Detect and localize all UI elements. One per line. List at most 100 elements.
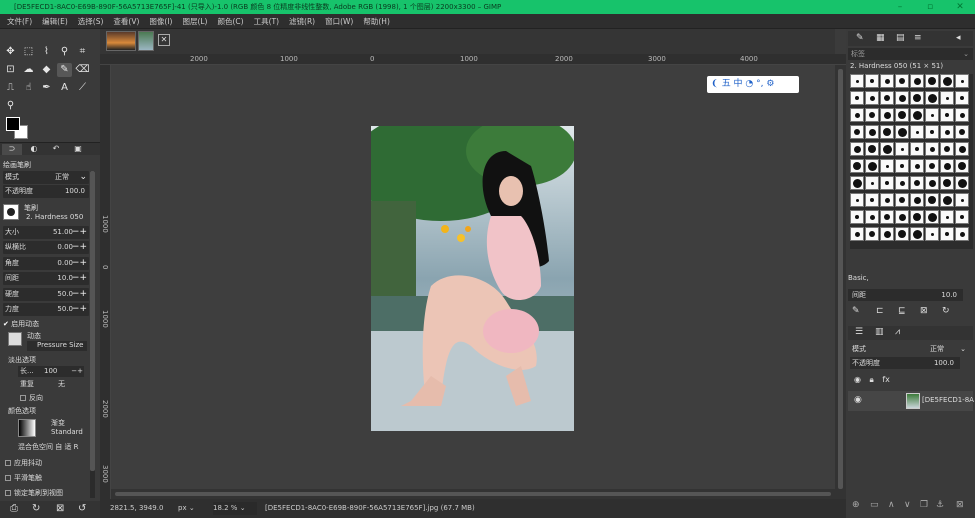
crop-icon[interactable]: ⌗ <box>75 45 90 59</box>
image-tab-2[interactable] <box>138 31 154 51</box>
brush-swatch[interactable] <box>895 125 909 139</box>
brush-swatch[interactable] <box>865 91 879 105</box>
lower-layer-icon[interactable]: ∨ <box>904 500 911 510</box>
brush-swatch[interactable] <box>880 176 894 190</box>
brush-swatch[interactable] <box>955 74 969 88</box>
restore-options-icon[interactable]: ↻ <box>32 503 40 514</box>
close-tab-icon[interactable]: ✕ <box>158 34 170 46</box>
tab-images[interactable]: ▣ <box>68 144 88 155</box>
brush-swatch[interactable] <box>910 91 924 105</box>
brush-swatch[interactable] <box>925 159 939 173</box>
save-options-icon[interactable]: ⎙ <box>10 503 18 514</box>
eye-icon[interactable]: ◉ <box>854 395 862 405</box>
fonts-tab-icon[interactable]: ▤ <box>896 33 905 43</box>
brush-swatch[interactable] <box>910 125 924 139</box>
move-tool-icon[interactable]: ✥ <box>3 45 18 59</box>
brush-swatch[interactable] <box>925 125 939 139</box>
dynamics-icon[interactable] <box>8 332 22 346</box>
tab-tool-options[interactable]: ⊃ <box>2 144 22 155</box>
brush-preview[interactable] <box>3 204 19 220</box>
brush-swatch[interactable] <box>850 74 864 88</box>
brush-swatch[interactable] <box>940 142 954 156</box>
brush-swatch[interactable] <box>880 210 894 224</box>
aspect-slider[interactable]: 纵横比 0.00 −+ <box>3 241 89 254</box>
brush-swatch[interactable] <box>865 74 879 88</box>
brush-swatch[interactable] <box>850 193 864 207</box>
maximize-button[interactable]: ▫ <box>915 0 945 14</box>
brush-swatch[interactable] <box>880 74 894 88</box>
brush-swatch[interactable] <box>925 210 939 224</box>
brush-swatch[interactable] <box>880 91 894 105</box>
menu-view[interactable]: 查看(V) <box>108 16 144 27</box>
lasso-icon[interactable]: ⌇ <box>39 45 54 59</box>
brush-swatch[interactable] <box>910 176 924 190</box>
close-button[interactable]: ✕ <box>945 0 975 14</box>
paths-tab-icon[interactable]: ⩘ <box>895 327 900 337</box>
brush-swatch[interactable] <box>955 125 969 139</box>
lock-position-icon[interactable]: 🔒︎ <box>870 375 874 384</box>
brush-swatch[interactable] <box>910 159 924 173</box>
brush-swatch[interactable] <box>955 176 969 190</box>
brush-swatch[interactable] <box>910 227 924 241</box>
transform-icon[interactable]: ⊡ <box>3 63 18 77</box>
brush-swatch[interactable] <box>940 159 954 173</box>
brush-swatch[interactable] <box>850 210 864 224</box>
zoom-select[interactable]: 18.2 % ⌄ <box>213 502 257 515</box>
text-tool-icon[interactable]: A <box>57 81 72 95</box>
duplicate-layer-icon[interactable]: ❐ <box>920 500 928 510</box>
brush-swatch[interactable] <box>895 91 909 105</box>
layer-opacity-slider[interactable]: 不透明度 100.0 <box>850 357 960 369</box>
brush-swatch[interactable] <box>880 227 894 241</box>
vertical-scrollbar[interactable] <box>835 65 846 499</box>
brush-swatch[interactable] <box>955 159 969 173</box>
photo-layer[interactable] <box>351 111 576 431</box>
brush-swatch[interactable] <box>940 91 954 105</box>
brush-swatch[interactable] <box>895 108 909 122</box>
bucket-fill-icon[interactable]: ◆ <box>39 63 54 77</box>
brush-swatch[interactable] <box>865 176 879 190</box>
brush-swatch[interactable] <box>850 108 864 122</box>
reset-options-icon[interactable]: ↺ <box>78 503 86 514</box>
configure-tab-icon[interactable]: ◂ <box>956 33 961 43</box>
brush-swatch[interactable] <box>850 159 864 173</box>
brush-swatch[interactable] <box>865 125 879 139</box>
menu-file[interactable]: 文件(F) <box>2 16 37 27</box>
brush-swatch[interactable] <box>895 227 909 241</box>
brush-swatch[interactable] <box>925 91 939 105</box>
brush-swatch[interactable] <box>940 108 954 122</box>
brush-swatch[interactable] <box>925 176 939 190</box>
brush-grid[interactable] <box>850 74 973 249</box>
brush-preset[interactable]: Basic, <box>848 274 973 286</box>
brush-swatch[interactable] <box>865 142 879 156</box>
size-slider[interactable]: 大小 51.00 −+ <box>3 226 89 239</box>
brush-swatch[interactable] <box>895 210 909 224</box>
menu-filters[interactable]: 滤镜(R) <box>284 16 320 27</box>
menu-tools[interactable]: 工具(T) <box>249 16 284 27</box>
brush-swatch[interactable] <box>955 210 969 224</box>
tag-filter-input[interactable]: 标签 ⌄ <box>848 48 973 60</box>
brush-swatch[interactable] <box>955 227 969 241</box>
edit-brush-icon[interactable]: ✎ <box>852 306 860 316</box>
dynamics-checkbox[interactable]: ✔ 启用动态 <box>3 319 39 329</box>
hardness-slider[interactable]: 硬度 50.0 −+ <box>3 288 89 301</box>
brush-swatch[interactable] <box>955 91 969 105</box>
raise-layer-icon[interactable]: ∧ <box>888 500 895 510</box>
brush-swatch[interactable] <box>940 210 954 224</box>
jitter-checkbox[interactable]: 应用抖动 <box>5 458 42 468</box>
brush-swatch[interactable] <box>895 159 909 173</box>
brush-swatch[interactable] <box>850 142 864 156</box>
force-slider[interactable]: 力度 50.0 −+ <box>3 303 89 316</box>
tab-device-status[interactable]: ◐ <box>24 144 44 155</box>
brush-swatch[interactable] <box>880 142 894 156</box>
brush-swatch[interactable] <box>880 159 894 173</box>
brush-spacing-slider[interactable]: 间距 10.0 <box>848 289 963 301</box>
duplicate-brush-icon[interactable]: ⊑ <box>898 306 906 316</box>
angle-slider[interactable]: 角度 0.00 −+ <box>3 257 89 270</box>
refresh-brush-icon[interactable]: ↻ <box>942 306 950 316</box>
brush-swatch[interactable] <box>910 210 924 224</box>
layers-tab-icon[interactable]: ☰ <box>855 327 863 337</box>
brush-swatch[interactable] <box>850 176 864 190</box>
brush-swatch[interactable] <box>940 193 954 207</box>
dynamics-name[interactable]: Pressure Size <box>27 341 87 351</box>
brush-swatch[interactable] <box>910 193 924 207</box>
